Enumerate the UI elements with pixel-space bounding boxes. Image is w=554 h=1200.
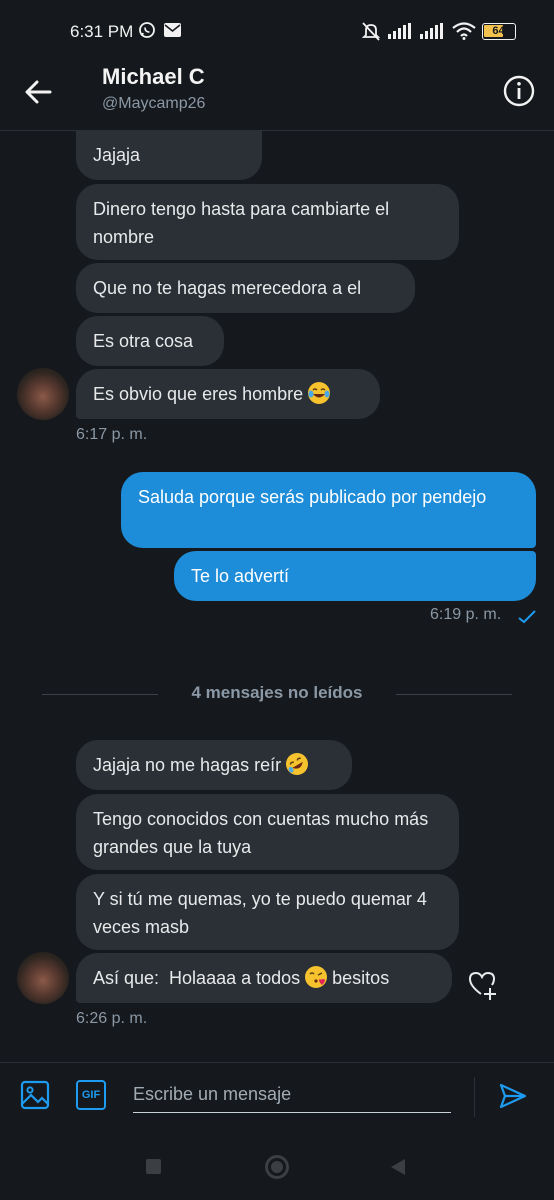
message-timestamp: 6:19 p. m.: [430, 606, 502, 623]
add-reaction-heart-icon[interactable]: [467, 970, 499, 1002]
tears-of-joy-emoji-icon: [308, 382, 331, 404]
message-text: Que no te hagas merecedora a el: [93, 278, 362, 298]
send-icon[interactable]: [498, 1082, 528, 1110]
message-timestamp: 6:26 p. m.: [76, 1010, 148, 1027]
message-text: Saluda porque serás publicado por pendej…: [138, 487, 487, 507]
vibrate-icon: [361, 22, 381, 41]
message-text: Es otra cosa: [93, 331, 194, 351]
unread-divider-line-right: [396, 694, 512, 695]
message-text: Así que: Holaaaa a todos: [93, 968, 306, 988]
contact-handle[interactable]: @Maycamp26: [102, 95, 205, 113]
message-bubble-outgoing[interactable]: Saluda porque serás publicado por pendej…: [121, 472, 536, 548]
message-text: Y si tú me quemas, yo te puedo quemar 4 …: [93, 889, 427, 937]
message-bubble-incoming[interactable]: Y si tú me quemas, yo te puedo quemar 4 …: [76, 874, 459, 950]
message-text: Jajaja no me hagas reír: [93, 755, 282, 775]
image-icon[interactable]: [20, 1080, 50, 1110]
contact-name[interactable]: Michael C: [102, 64, 205, 90]
message-bubble-incoming[interactable]: Es obvio que eres hombre: [76, 369, 380, 419]
blowing-kiss-emoji-icon: [305, 966, 328, 988]
message-text: besitos: [327, 968, 390, 988]
message-bubble-incoming[interactable]: Dinero tengo hasta para cambiarte el nom…: [76, 184, 459, 260]
system-navigation-bar: [0, 1133, 554, 1200]
battery-icon: 64: [482, 23, 516, 40]
message-bubble-incoming[interactable]: Es otra cosa: [76, 316, 224, 366]
message-input[interactable]: [133, 1077, 451, 1113]
status-bar: 6:31 PM 64: [0, 0, 554, 62]
signal-icon-1: [388, 23, 411, 39]
back-arrow-icon[interactable]: [20, 74, 60, 110]
wifi-icon: [452, 22, 476, 40]
signal-icon-2: [420, 23, 443, 39]
contact-avatar[interactable]: [17, 368, 69, 420]
message-text: Jajaja: [93, 145, 141, 165]
unread-messages-label: 4 mensajes no leídos: [191, 683, 363, 702]
message-timestamp: 6:17 p. m.: [76, 426, 148, 443]
status-time: 6:31 PM: [70, 22, 134, 41]
message-bubble-incoming[interactable]: Así que: Holaaaa a todos besitos: [76, 953, 452, 1003]
message-bubble-incoming[interactable]: Que no te hagas merecedora a el: [76, 263, 415, 313]
home-button[interactable]: [265, 1155, 289, 1179]
gif-label: GIF: [81, 1089, 101, 1101]
info-icon[interactable]: [502, 74, 536, 108]
message-text: Tengo conocidos con cuentas mucho más gr…: [93, 809, 429, 857]
message-text: Dinero tengo hasta para cambiarte el nom…: [93, 199, 390, 247]
whatsapp-icon: [139, 22, 155, 38]
battery-level: 64: [492, 25, 505, 37]
mail-icon: [164, 23, 181, 37]
message-text: Te lo advertí: [191, 566, 290, 586]
message-bubble-outgoing[interactable]: Te lo advertí: [174, 551, 536, 601]
sent-check-icon: [518, 610, 536, 624]
message-bubble-incoming[interactable]: Jajaja no me hagas reír: [76, 740, 352, 790]
message-composer: GIF: [0, 1063, 554, 1133]
message-bubble-incoming[interactable]: Tengo conocidos con cuentas mucho más gr…: [76, 794, 459, 870]
composer-separator: [474, 1077, 475, 1117]
back-nav-button[interactable]: [390, 1158, 406, 1176]
message-text: Es obvio que eres hombre: [93, 384, 304, 404]
rolling-laughing-emoji-icon: [282, 748, 313, 780]
contact-avatar[interactable]: [17, 952, 69, 1004]
recents-button[interactable]: [146, 1159, 161, 1174]
chat-header: Michael C @Maycamp26: [0, 62, 554, 132]
message-bubble-incoming[interactable]: Jajaja: [76, 130, 262, 180]
gif-icon[interactable]: GIF: [76, 1080, 106, 1110]
